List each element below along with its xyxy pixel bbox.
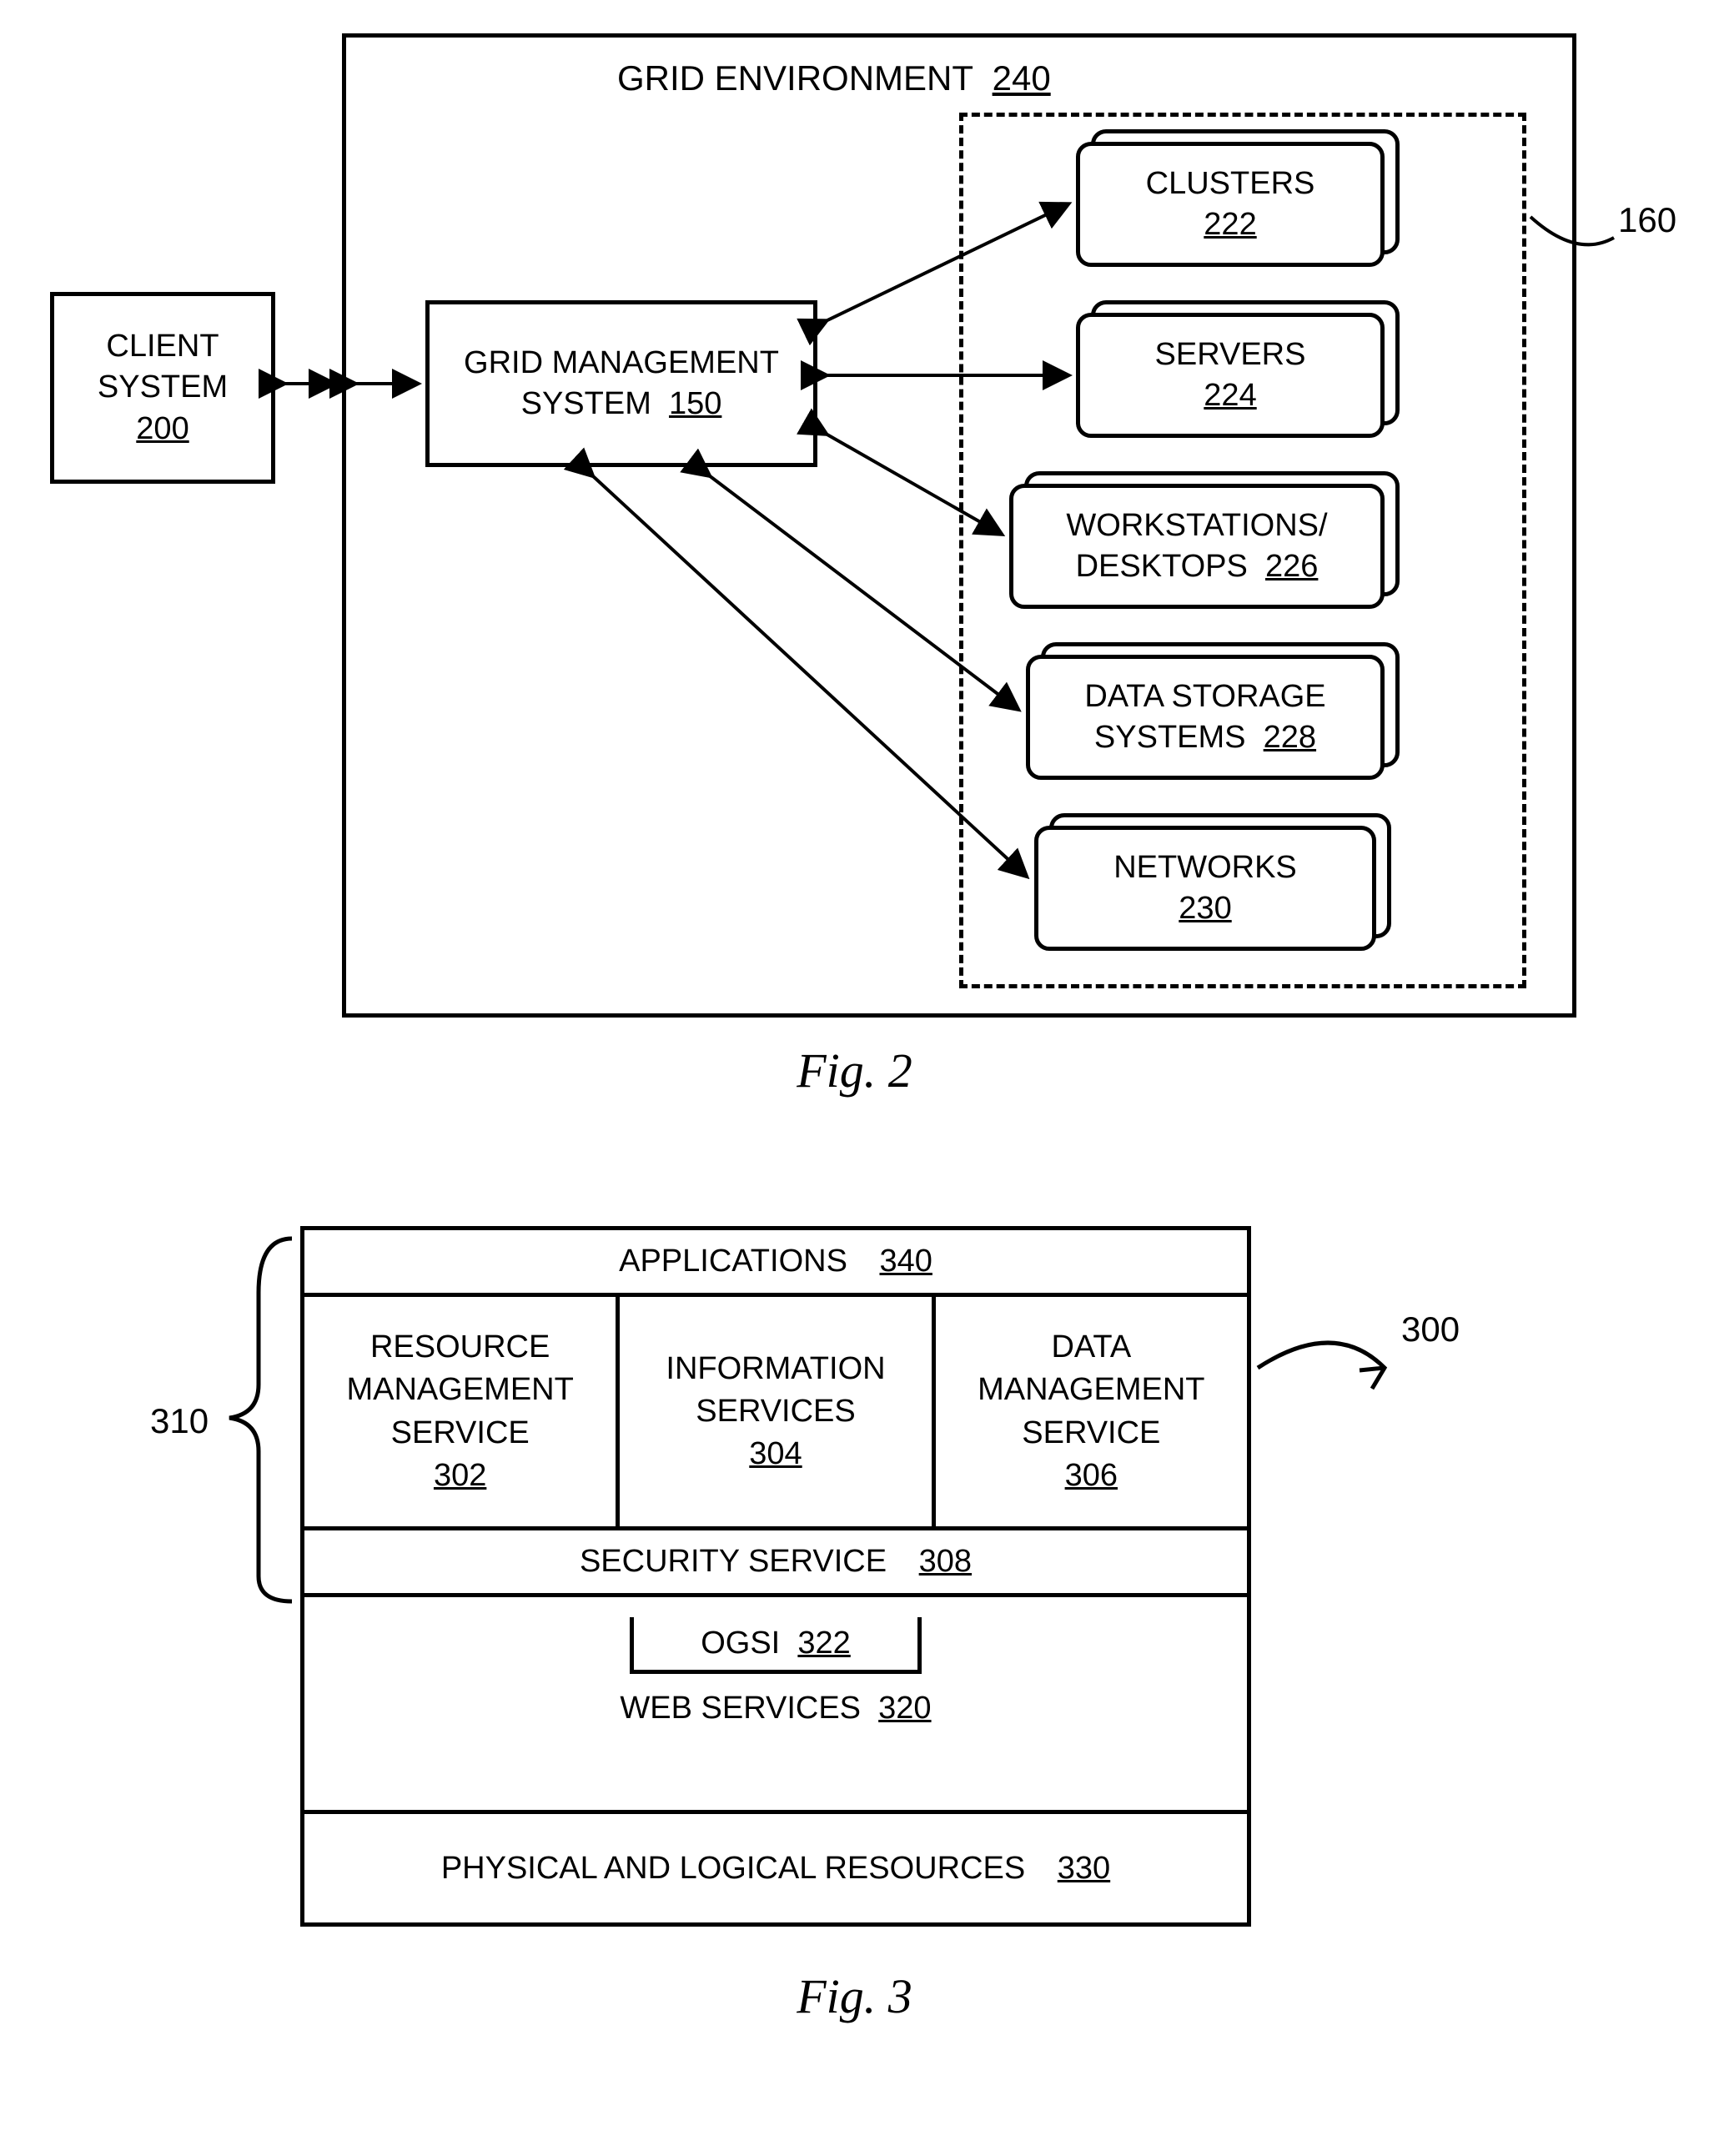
stack-ref: 300 [1401, 1309, 1460, 1349]
fig2-connectors [33, 33, 1676, 1118]
brace-ref: 310 [150, 1401, 209, 1441]
fig3-caption: Fig. 3 [33, 1968, 1676, 2024]
figure-3: APPLICATIONS 340 RESOURCE MANAGEMENT SER… [33, 1201, 1676, 2118]
fig2-caption: Fig. 2 [33, 1043, 1676, 1098]
figure-2: GRID ENVIRONMENT 240 CLIENT SYSTEM 200 G… [33, 33, 1676, 1118]
